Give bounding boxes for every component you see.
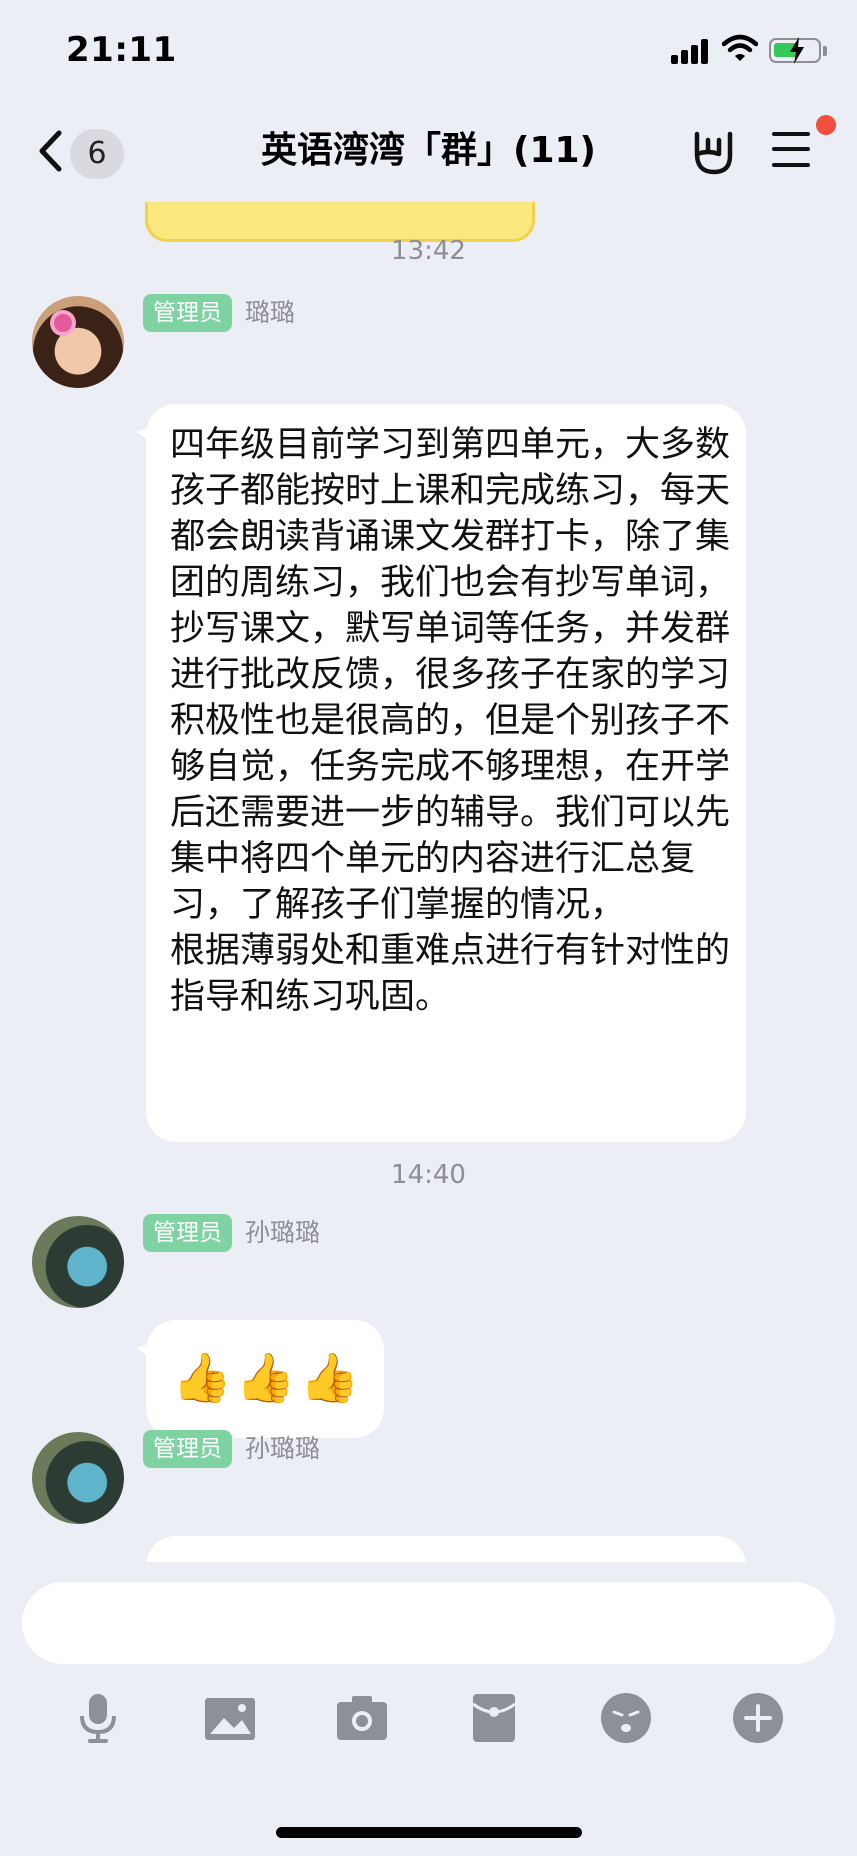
microphone-icon[interactable] [70,1690,126,1746]
image-icon[interactable] [202,1690,258,1746]
message-bubble[interactable]: 四年级目前学习到第四单元，大多数孩子都能按时上课和完成练习，每天都会朗读背诵课文… [136,404,746,1142]
charging-icon [790,37,804,64]
emoji-icon[interactable] [598,1690,654,1746]
admin-badge: 管理员 [143,1430,232,1468]
plus-icon[interactable] [730,1690,786,1746]
admin-badge: 管理员 [143,1214,232,1252]
red-packet-icon[interactable] [466,1690,522,1746]
sender-name: 孙璐璐 [245,1434,321,1463]
chat-header: 6 英语湾湾「群」(11) [0,100,857,202]
wifi-icon [722,34,758,61]
hand-gesture-icon[interactable] [688,124,738,178]
signal-icon [671,38,711,64]
camera-icon[interactable] [334,1690,390,1746]
message-input[interactable] [22,1582,835,1664]
chat-area[interactable]: 13:42 管理员 璐璐 四年级目前学习到第四单元，大多数孩子都能按时上课和完成… [0,150,857,1562]
time-divider: 14:40 [391,1160,466,1190]
avatar[interactable] [32,296,124,388]
status-time: 21:11 [66,30,177,70]
admin-badge: 管理员 [143,294,232,332]
input-area [0,1562,857,1856]
avatar[interactable] [32,1216,124,1308]
home-indicator [276,1827,582,1838]
notification-dot [816,115,836,135]
message-bubble[interactable]: 👍👍👍 [136,1320,384,1438]
sender-name: 孙璐璐 [245,1218,321,1247]
message-bubble[interactable] [146,1536,746,1562]
thumbs-up-emoji: 👍👍👍 [172,1350,364,1406]
sender-name: 璐璐 [245,298,296,327]
time-divider: 13:42 [391,236,466,266]
avatar[interactable] [32,1432,124,1524]
unread-count-badge[interactable]: 6 [70,129,124,179]
message-text: 四年级目前学习到第四单元，大多数孩子都能按时上课和完成练习，每天都会朗读背诵课文… [170,425,731,1017]
group-title[interactable]: 英语湾湾「群」(11) [160,124,697,178]
status-bar: 21:11 [0,0,857,100]
back-arrow-icon[interactable] [34,127,68,175]
menu-icon[interactable] [772,128,814,172]
